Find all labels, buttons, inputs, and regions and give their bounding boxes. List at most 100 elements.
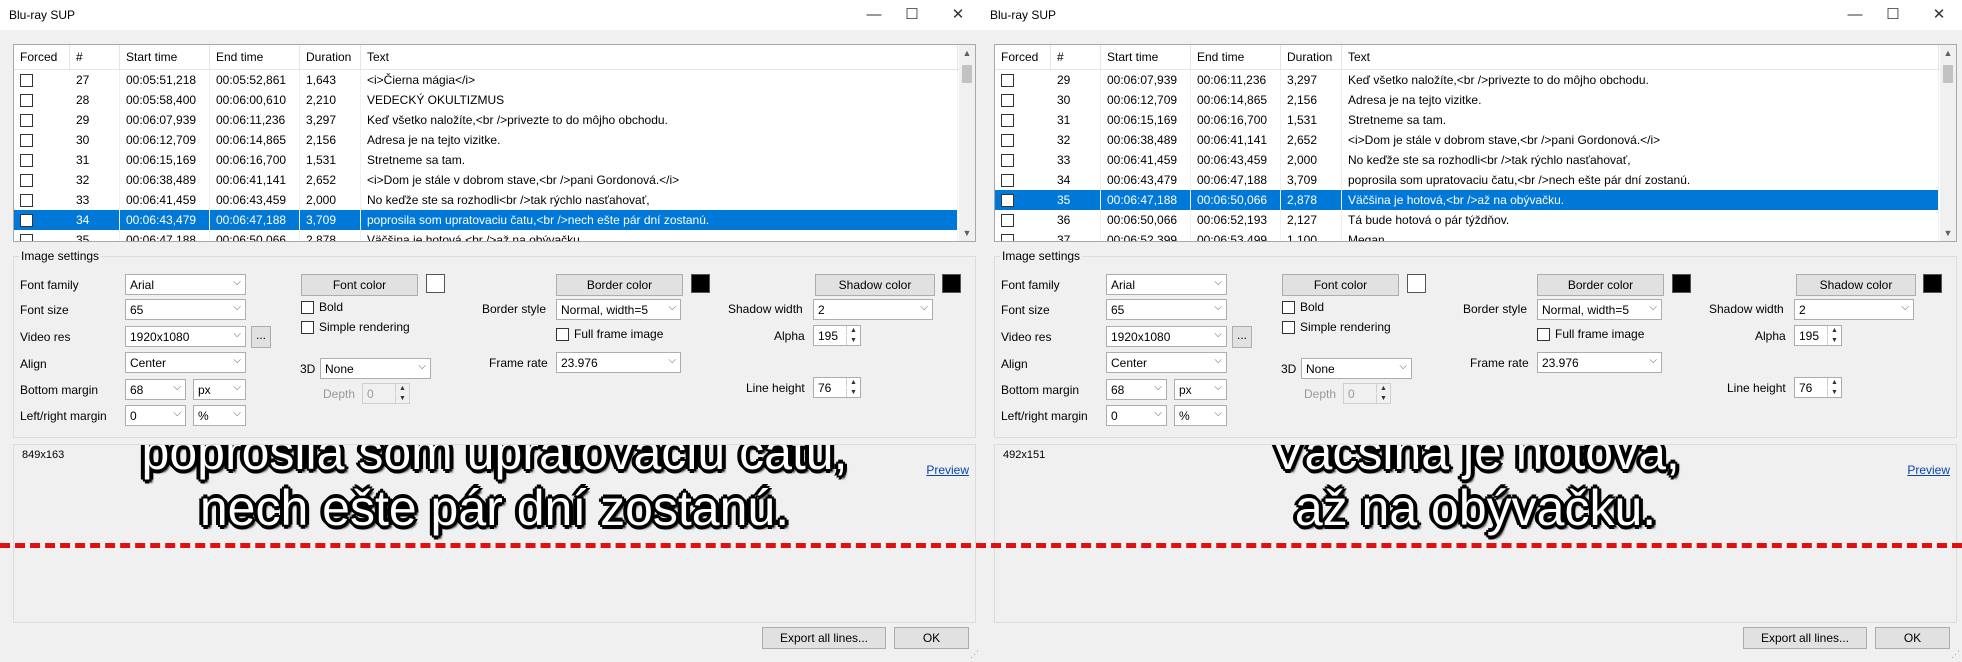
scroll-up-icon[interactable]: ▲: [1940, 45, 1956, 61]
forced-checkbox[interactable]: [1001, 154, 1014, 167]
border-color-button[interactable]: Border color: [556, 274, 683, 296]
column-header-end[interactable]: End time: [1191, 45, 1281, 69]
export-all-button[interactable]: Export all lines...: [1743, 627, 1867, 649]
forced-checkbox[interactable]: [1001, 134, 1014, 147]
column-header-num[interactable]: #: [1051, 45, 1101, 69]
table-row[interactable]: 32 00:06:38,489 00:06:41,141 2,652 <i>Dom je…: [14, 170, 958, 190]
chevron-down-icon[interactable]: ⌵: [418, 361, 426, 372]
bottom-margin-select[interactable]: 68 ⌵: [1106, 379, 1167, 400]
align-select[interactable]: Center ⌵: [125, 352, 246, 373]
video-res-browse-button[interactable]: ...: [1232, 326, 1252, 348]
chevron-down-icon[interactable]: ⌵: [173, 382, 181, 393]
simple-rendering-checkbox[interactable]: [1282, 321, 1295, 334]
three-d-select[interactable]: None ⌵: [1301, 358, 1412, 379]
spin-down-icon[interactable]: ▼: [1827, 388, 1841, 397]
vertical-scrollbar[interactable]: ▲ ▼: [1940, 45, 1956, 241]
font-family-select[interactable]: Arial ⌵: [125, 274, 246, 295]
shadow-width-select[interactable]: 2 ⌵: [1794, 299, 1914, 320]
chevron-down-icon[interactable]: ⌵: [1399, 361, 1407, 372]
table-row[interactable]: 30 00:06:12,709 00:06:14,865 2,156 Adresa je…: [14, 130, 958, 150]
forced-checkbox[interactable]: [1001, 114, 1014, 127]
chevron-down-icon[interactable]: ⌵: [1154, 382, 1162, 393]
column-header-text[interactable]: Text: [361, 45, 958, 69]
maximize-button[interactable]: ☐: [889, 0, 935, 30]
lr-unit-select[interactable]: % ⌵: [193, 405, 246, 426]
forced-checkbox[interactable]: [20, 234, 33, 241]
spin-up-icon[interactable]: ▲: [846, 326, 860, 335]
alpha-spinner[interactable]: 195 ▲ ▼: [1794, 325, 1842, 346]
table-row[interactable]: 33 00:06:41,459 00:06:43,459 2,000 No keďže …: [14, 190, 958, 210]
forced-checkbox[interactable]: [20, 114, 33, 127]
bold-checkbox[interactable]: [301, 301, 314, 314]
table-row[interactable]: 35 00:06:47,188 00:06:50,066 2,878 Väčšina j…: [14, 230, 958, 241]
table-row[interactable]: 34 00:06:43,479 00:06:47,188 3,709 poprosila…: [995, 170, 1939, 190]
chevron-down-icon[interactable]: ⌵: [920, 302, 928, 313]
spin-down-icon[interactable]: ▼: [846, 388, 860, 397]
table-row[interactable]: 36 00:06:50,066 00:06:52,193 2,127 Tá bude h…: [995, 210, 1939, 230]
full-frame-checkbox[interactable]: [1537, 328, 1550, 341]
spin-up-icon[interactable]: ▲: [846, 378, 860, 387]
table-row[interactable]: 32 00:06:38,489 00:06:41,141 2,652 <i>Dom je…: [995, 130, 1939, 150]
three-d-select[interactable]: None ⌵: [320, 358, 431, 379]
line-height-spinner[interactable]: 76 ▲ ▼: [1794, 377, 1842, 398]
table-row[interactable]: 29 00:06:07,939 00:06:11,236 3,297 Keď všetk…: [14, 110, 958, 130]
border-style-select[interactable]: Normal, width=5 ⌵: [556, 299, 681, 320]
table-row[interactable]: 31 00:06:15,169 00:06:16,700 1,531 Stretneme…: [995, 110, 1939, 130]
chevron-down-icon[interactable]: ⌵: [668, 355, 676, 366]
font-color-button[interactable]: Font color: [301, 274, 418, 296]
column-header-text[interactable]: Text: [1342, 45, 1939, 69]
subtitle-grid[interactable]: Forced # Start time End time Duration Text 29 0…: [994, 44, 1957, 242]
forced-checkbox[interactable]: [20, 174, 33, 187]
chevron-down-icon[interactable]: ⌵: [1214, 355, 1222, 366]
chevron-down-icon[interactable]: ⌵: [233, 302, 241, 313]
chevron-down-icon[interactable]: ⌵: [1154, 408, 1162, 419]
font-size-select[interactable]: 65 ⌵: [125, 299, 246, 320]
chevron-down-icon[interactable]: ⌵: [233, 355, 241, 366]
chevron-down-icon[interactable]: ⌵: [233, 329, 241, 340]
forced-checkbox[interactable]: [1001, 174, 1014, 187]
border-color-swatch[interactable]: [691, 274, 710, 293]
column-header-forced[interactable]: Forced: [14, 45, 70, 69]
column-header-dur[interactable]: Duration: [300, 45, 361, 69]
scroll-thumb[interactable]: [1943, 65, 1953, 83]
forced-checkbox[interactable]: [1001, 194, 1014, 207]
table-row[interactable]: 27 00:05:51,218 00:05:52,861 1,643 <i>Čierna…: [14, 70, 958, 90]
lr-unit-select[interactable]: % ⌵: [1174, 405, 1227, 426]
font-size-select[interactable]: 65 ⌵: [1106, 299, 1227, 320]
forced-checkbox[interactable]: [1001, 74, 1014, 87]
forced-checkbox[interactable]: [20, 74, 33, 87]
resize-grip-icon[interactable]: ⋰: [1951, 649, 1960, 660]
chevron-down-icon[interactable]: ⌵: [233, 408, 241, 419]
column-header-num[interactable]: #: [70, 45, 120, 69]
border-color-swatch[interactable]: [1672, 274, 1691, 293]
shadow-width-select[interactable]: 2 ⌵: [813, 299, 933, 320]
ok-button[interactable]: OK: [1875, 627, 1950, 649]
video-res-browse-button[interactable]: ...: [251, 326, 271, 348]
chevron-down-icon[interactable]: ⌵: [1901, 302, 1909, 313]
full-frame-checkbox[interactable]: [556, 328, 569, 341]
chevron-down-icon[interactable]: ⌵: [233, 382, 241, 393]
font-color-swatch[interactable]: [426, 274, 445, 293]
column-header-forced[interactable]: Forced: [995, 45, 1051, 69]
chevron-down-icon[interactable]: ⌵: [173, 408, 181, 419]
column-header-end[interactable]: End time: [210, 45, 300, 69]
table-row[interactable]: 31 00:06:15,169 00:06:16,700 1,531 Stretneme…: [14, 150, 958, 170]
alpha-spinner[interactable]: 195 ▲ ▼: [813, 325, 861, 346]
ok-button[interactable]: OK: [894, 627, 969, 649]
chevron-down-icon[interactable]: ⌵: [668, 302, 676, 313]
video-res-select[interactable]: 1920x1080 ⌵: [125, 326, 246, 347]
table-row[interactable]: 29 00:06:07,939 00:06:11,236 3,297 Keď všetk…: [995, 70, 1939, 90]
scroll-thumb[interactable]: [962, 65, 972, 83]
close-button[interactable]: ✕: [1916, 0, 1962, 30]
shadow-color-button[interactable]: Shadow color: [1796, 274, 1916, 296]
border-color-button[interactable]: Border color: [1537, 274, 1664, 296]
table-row[interactable]: 33 00:06:41,459 00:06:43,459 2,000 No keďže …: [995, 150, 1939, 170]
scroll-up-icon[interactable]: ▲: [959, 45, 975, 61]
frame-rate-select[interactable]: 23.976 ⌵: [1537, 352, 1662, 373]
border-style-select[interactable]: Normal, width=5 ⌵: [1537, 299, 1662, 320]
bottom-unit-select[interactable]: px ⌵: [1174, 379, 1227, 400]
shadow-color-swatch[interactable]: [942, 274, 961, 293]
bold-checkbox[interactable]: [1282, 301, 1295, 314]
chevron-down-icon[interactable]: ⌵: [1214, 277, 1222, 288]
font-family-select[interactable]: Arial ⌵: [1106, 274, 1227, 295]
